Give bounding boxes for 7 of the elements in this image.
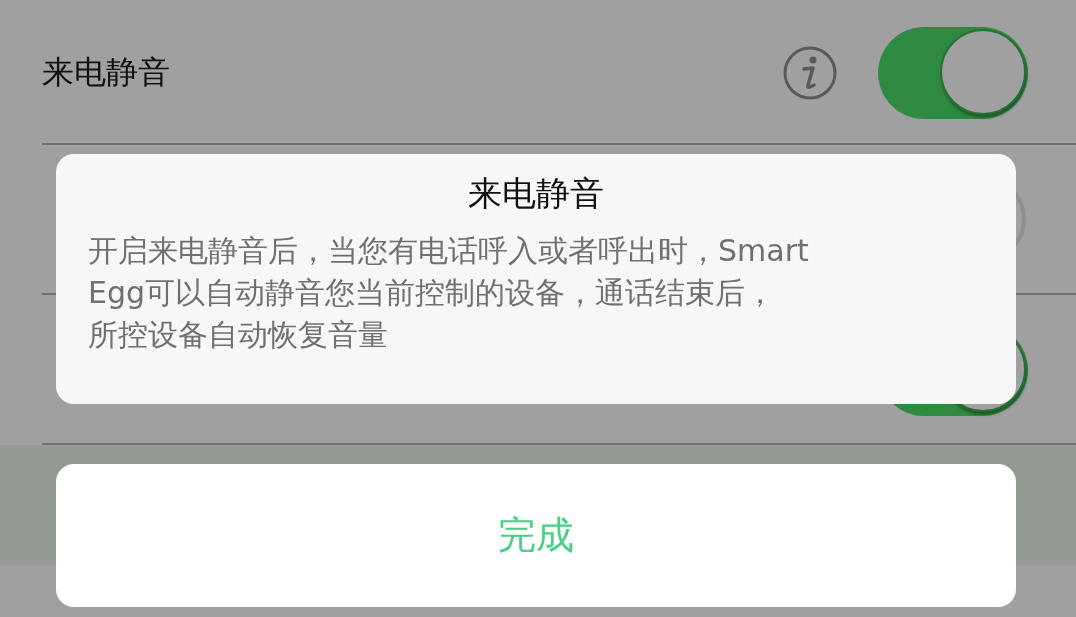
dialog-message-line: 开启来电静音后，当您有电话呼入或者呼出时，Smart xyxy=(88,232,810,270)
dialog-message-line: Egg可以自动静音您当前控制的设备，通话结束后， xyxy=(88,274,777,312)
info-icon[interactable] xyxy=(782,44,838,101)
done-button[interactable]: 完成 xyxy=(56,464,1016,607)
dialog-message-line: 所控设备自动恢复音量 xyxy=(88,316,389,354)
dialog-title: 来电静音 xyxy=(467,172,605,215)
setting-label: 来电静音 xyxy=(42,51,171,93)
